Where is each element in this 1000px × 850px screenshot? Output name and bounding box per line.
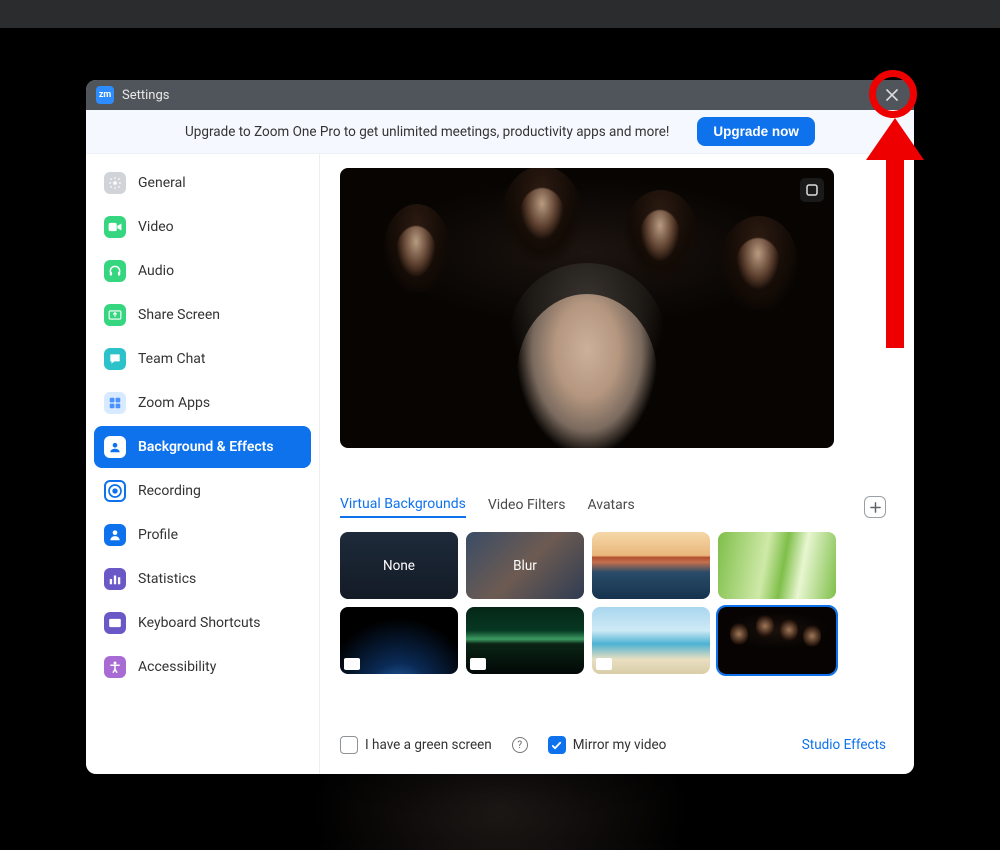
person-bg-icon [104, 436, 126, 458]
sidebar-item-label: General [138, 175, 186, 191]
keyboard-icon [104, 612, 126, 634]
background-thumb-6[interactable] [592, 607, 710, 674]
effects-tabs: Virtual Backgrounds Video Filters Avatars [340, 496, 886, 518]
sidebar-item-background-effects[interactable]: Background & Effects [94, 426, 311, 468]
sidebar-item-audio[interactable]: Audio [94, 250, 311, 292]
close-icon [886, 89, 898, 101]
video-badge-icon [596, 658, 612, 670]
green-screen-label: I have a green screen [365, 737, 492, 753]
tab-video-filters[interactable]: Video Filters [488, 497, 566, 517]
sidebar-item-label: Accessibility [138, 659, 216, 675]
profile-icon [104, 524, 126, 546]
video-badge-icon [344, 658, 360, 670]
video-icon [104, 216, 126, 238]
sidebar-item-profile[interactable]: Profile [94, 514, 311, 556]
sidebar-item-label: Profile [138, 527, 178, 543]
background-thumb-0[interactable]: None [340, 532, 458, 599]
green-screen-checkbox[interactable]: I have a green screen [340, 736, 492, 754]
sidebar-item-general[interactable]: General [94, 162, 311, 204]
upgrade-button[interactable]: Upgrade now [697, 117, 815, 146]
sidebar-item-statistics[interactable]: Statistics [94, 558, 311, 600]
sidebar-item-team-chat[interactable]: Team Chat [94, 338, 311, 380]
sidebar-item-share-screen[interactable]: Share Screen [94, 294, 311, 336]
sidebar-item-recording[interactable]: Recording [94, 470, 311, 512]
tab-virtual-backgrounds[interactable]: Virtual Backgrounds [340, 496, 466, 518]
video-badge-icon [470, 658, 486, 670]
sidebar-item-label: Team Chat [138, 351, 205, 367]
gear-icon [104, 172, 126, 194]
sidebar-item-keyboard-shortcuts[interactable]: Keyboard Shortcuts [94, 602, 311, 644]
add-background-button[interactable] [864, 496, 886, 518]
plus-icon [870, 502, 881, 513]
background-thumbnails: None Blur [340, 532, 886, 674]
modal-title: Settings [122, 88, 169, 103]
accessibility-icon [104, 656, 126, 678]
sidebar-item-accessibility[interactable]: Accessibility [94, 646, 311, 688]
sidebar-item-label: Background & Effects [138, 439, 274, 455]
modal-titlebar: zm Settings [86, 80, 914, 110]
background-thumb-7[interactable] [718, 607, 836, 674]
mirror-video-label: Mirror my video [573, 737, 667, 753]
background-thumb-5[interactable] [466, 607, 584, 674]
sidebar-item-video[interactable]: Video [94, 206, 311, 248]
thumb-label: None [383, 558, 415, 574]
settings-sidebar: General Video Audio Share Screen Team Chat Zo… [86, 154, 320, 774]
record-icon [104, 480, 126, 502]
settings-content: Virtual BackgroundsVideo FiltersAvatars … [320, 154, 914, 774]
upgrade-banner: Upgrade to Zoom One Pro to get unlimited… [86, 110, 914, 154]
background-thumb-3[interactable] [718, 532, 836, 599]
studio-effects-link[interactable]: Studio Effects [802, 737, 886, 753]
sidebar-item-label: Keyboard Shortcuts [138, 615, 261, 631]
sidebar-item-label: Statistics [138, 571, 196, 587]
close-button[interactable] [880, 83, 904, 107]
thumb-label: Blur [513, 558, 537, 574]
background-thumb-1[interactable]: Blur [466, 532, 584, 599]
zoom-logo-badge: zm [96, 86, 114, 104]
settings-modal: zm Settings Upgrade to Zoom One Pro to g… [86, 80, 914, 774]
chat-icon [104, 348, 126, 370]
mirror-video-checkbox[interactable]: Mirror my video [548, 736, 667, 754]
headphones-icon [104, 260, 126, 282]
sidebar-item-label: Recording [138, 483, 201, 499]
video-preview [340, 168, 834, 448]
sidebar-item-label: Zoom Apps [138, 395, 210, 411]
upgrade-text: Upgrade to Zoom One Pro to get unlimited… [185, 124, 669, 140]
sidebar-item-zoom-apps[interactable]: Zoom Apps [94, 382, 311, 424]
apps-icon [104, 392, 126, 414]
background-thumb-4[interactable] [340, 607, 458, 674]
background-thumb-2[interactable] [592, 532, 710, 599]
expand-icon [806, 184, 818, 196]
tab-avatars[interactable]: Avatars [587, 497, 634, 517]
sidebar-item-label: Share Screen [138, 307, 220, 323]
help-icon[interactable]: ? [512, 737, 528, 753]
sidebar-item-label: Video [138, 219, 174, 235]
stats-icon [104, 568, 126, 590]
share-icon [104, 304, 126, 326]
expand-preview-button[interactable] [800, 178, 824, 202]
app-topbar [0, 0, 1000, 28]
sidebar-item-label: Audio [138, 263, 174, 279]
options-row: I have a green screen ? Mirror my video … [340, 736, 886, 754]
